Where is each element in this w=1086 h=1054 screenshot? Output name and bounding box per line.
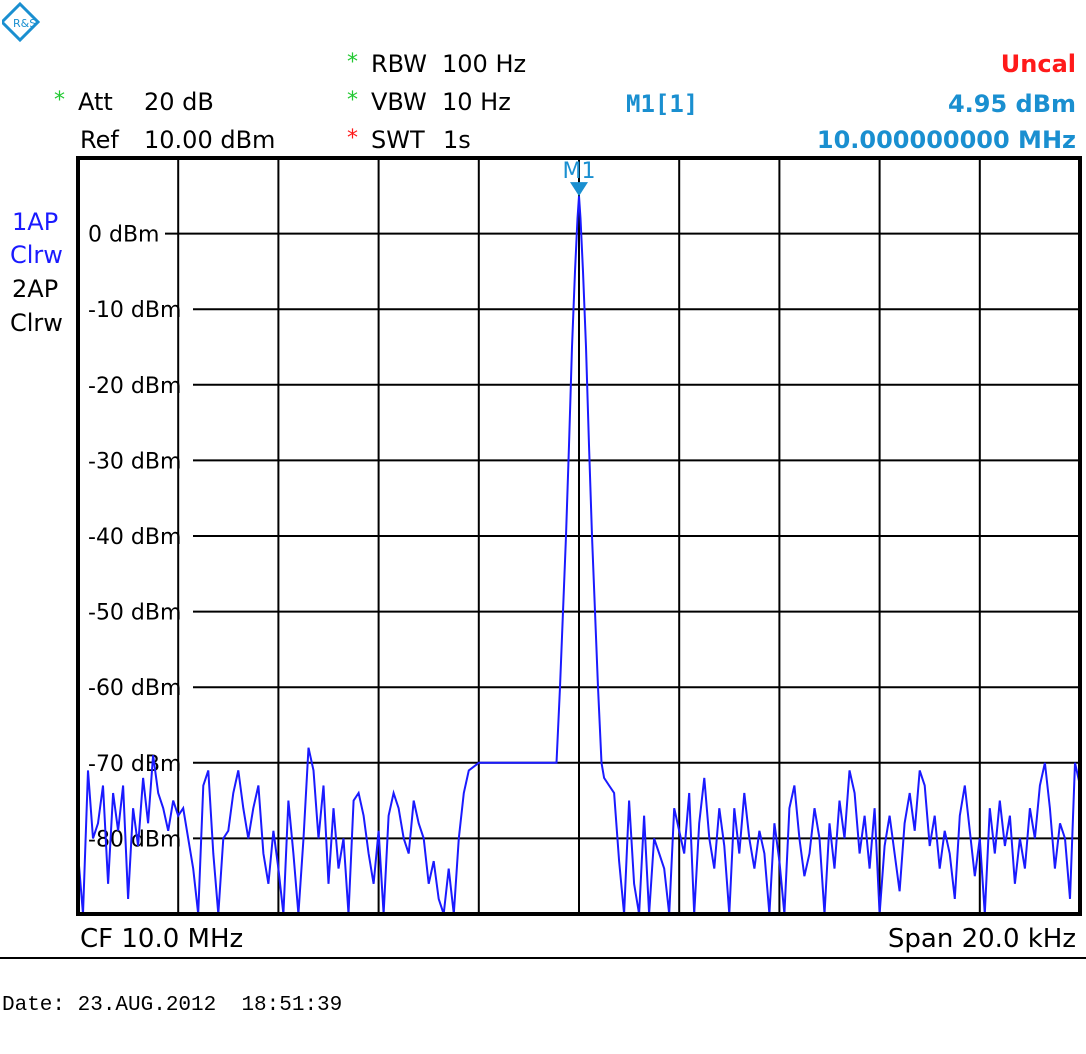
y-tick-label: -50 dBm (88, 601, 181, 626)
marker-triangle-icon[interactable] (570, 182, 588, 197)
y-tick-label: -70 dBm (88, 752, 181, 777)
spectrum-plot: 0 dBm -10 dBm -20 dBm -30 dBm -40 dBm -50 dBm… (0, 156, 1086, 959)
y-tick-label: 0 dBm (88, 223, 159, 248)
y-tick-label: -60 dBm (88, 676, 181, 701)
y-tick-label: -40 dBm (88, 525, 181, 550)
date-stamp: Date: 23.AUG.2012 18:51:39 (2, 994, 343, 1017)
marker-label: M1 (563, 159, 596, 184)
y-tick-label: -10 dBm (88, 298, 181, 323)
y-tick-label: -20 dBm (88, 374, 181, 399)
y-tick-label: -30 dBm (88, 449, 181, 474)
y-tick-label: -80 dBm (88, 827, 181, 852)
span: Span 20.0 kHz (887, 924, 1076, 954)
center-frequency: CF 10.0 MHz (80, 924, 244, 954)
